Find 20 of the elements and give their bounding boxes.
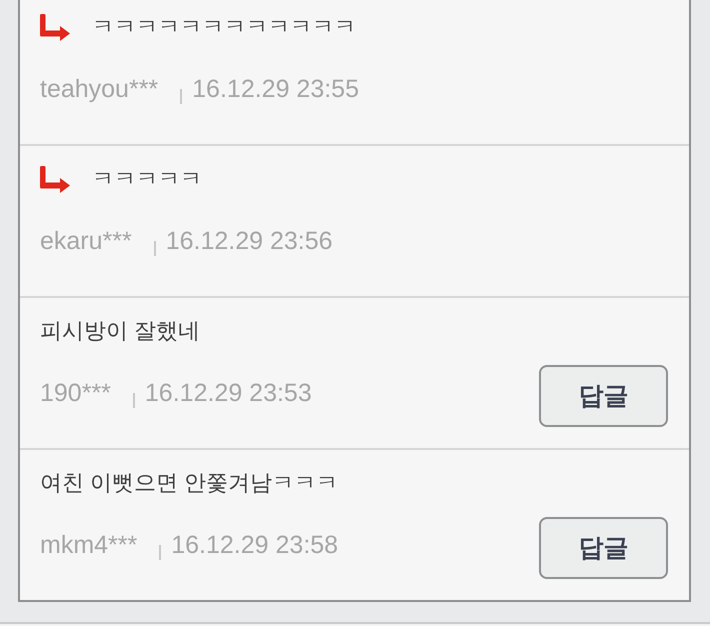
- reply-button[interactable]: 답글: [539, 365, 668, 427]
- meta-divider: [180, 88, 182, 104]
- reply-arrow-icon: [38, 14, 70, 40]
- comment-date: 16.12.29 23:55: [192, 74, 359, 104]
- reply-arrow-icon: [38, 166, 70, 192]
- author-name: 190***: [40, 378, 111, 408]
- reply-button[interactable]: 답글: [539, 517, 668, 579]
- meta-divider: [159, 544, 162, 560]
- meta-divider: [132, 392, 135, 408]
- comment-text: ㅋㅋㅋㅋㅋㅋㅋㅋㅋㅋㅋㅋ: [92, 13, 356, 41]
- comment-text: 피시방이 잘했네: [40, 317, 200, 345]
- author-name: mkm4***: [40, 530, 138, 560]
- comment-text: 여친 이뻣으면 안쫓겨남ㅋㅋㅋ: [40, 469, 338, 497]
- author-name: ekaru***: [40, 226, 132, 256]
- comment-date: 16.12.29 23:53: [144, 378, 312, 408]
- author-name: teahyou***: [40, 74, 158, 104]
- meta-divider: [154, 240, 156, 256]
- comment-date: 16.12.29 23:56: [166, 226, 333, 256]
- comment-date: 16.12.29 23:58: [171, 530, 338, 560]
- comment-text: ㅋㅋㅋㅋㅋ: [92, 165, 202, 193]
